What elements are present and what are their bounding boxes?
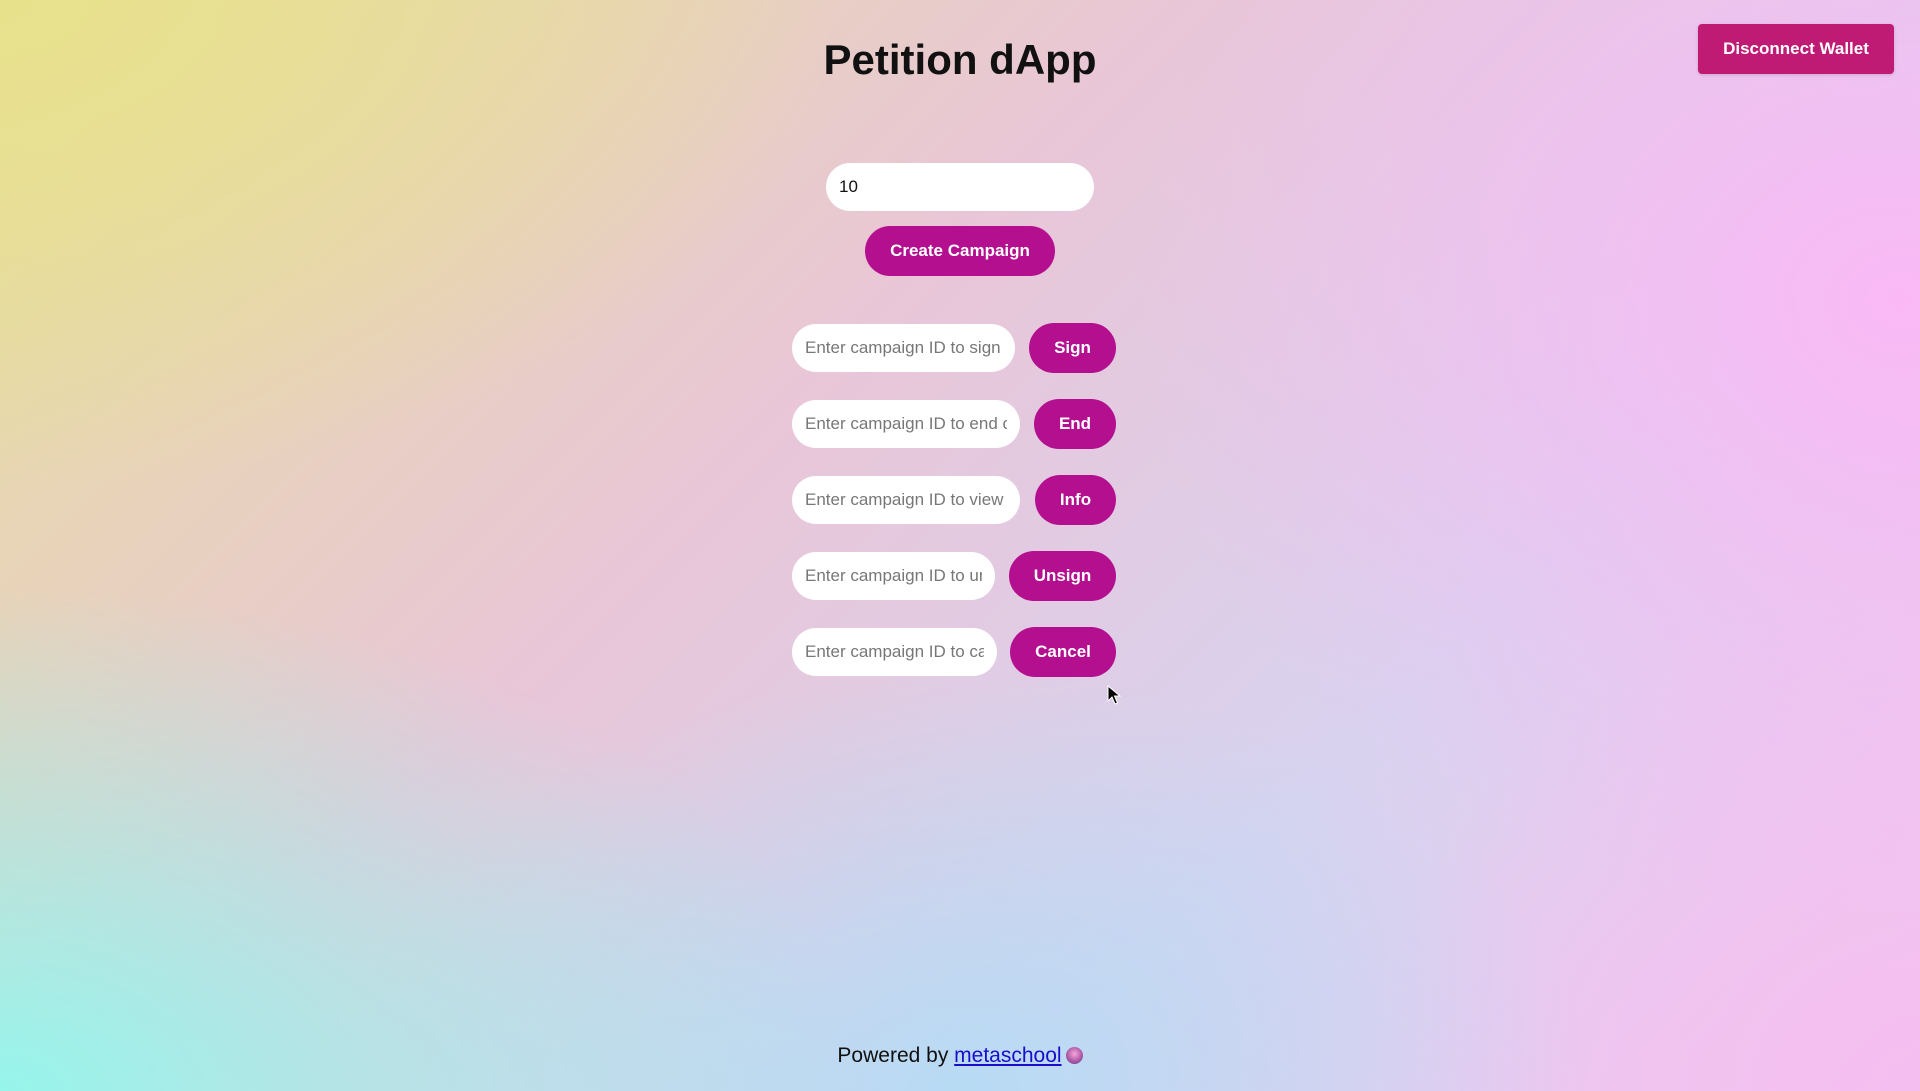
end-button[interactable]: End: [1034, 399, 1116, 449]
cancel-button[interactable]: Cancel: [1010, 627, 1116, 677]
mouse-pointer-icon: [1107, 685, 1121, 705]
info-button[interactable]: Info: [1035, 475, 1116, 525]
sign-button[interactable]: Sign: [1029, 323, 1116, 373]
unsign-campaign-id-input[interactable]: [792, 552, 995, 600]
end-campaign-id-input[interactable]: [792, 400, 1020, 448]
metaschool-link-label: metaschool: [954, 1044, 1062, 1067]
create-campaign-button[interactable]: Create Campaign: [865, 226, 1055, 276]
info-campaign-id-input[interactable]: [792, 476, 1020, 524]
unsign-button[interactable]: Unsign: [1009, 551, 1116, 601]
campaign-amount-input[interactable]: [826, 163, 1094, 211]
footer-prefix: Powered by: [837, 1044, 949, 1067]
footer: Powered by metaschool: [0, 1044, 1920, 1068]
sign-campaign-id-input[interactable]: [792, 324, 1015, 372]
page-title: Petition dApp: [823, 36, 1097, 83]
cancel-campaign-id-input[interactable]: [792, 628, 997, 676]
metaschool-link[interactable]: metaschool: [954, 1044, 1083, 1067]
metaschool-orb-icon: [1065, 1047, 1083, 1064]
